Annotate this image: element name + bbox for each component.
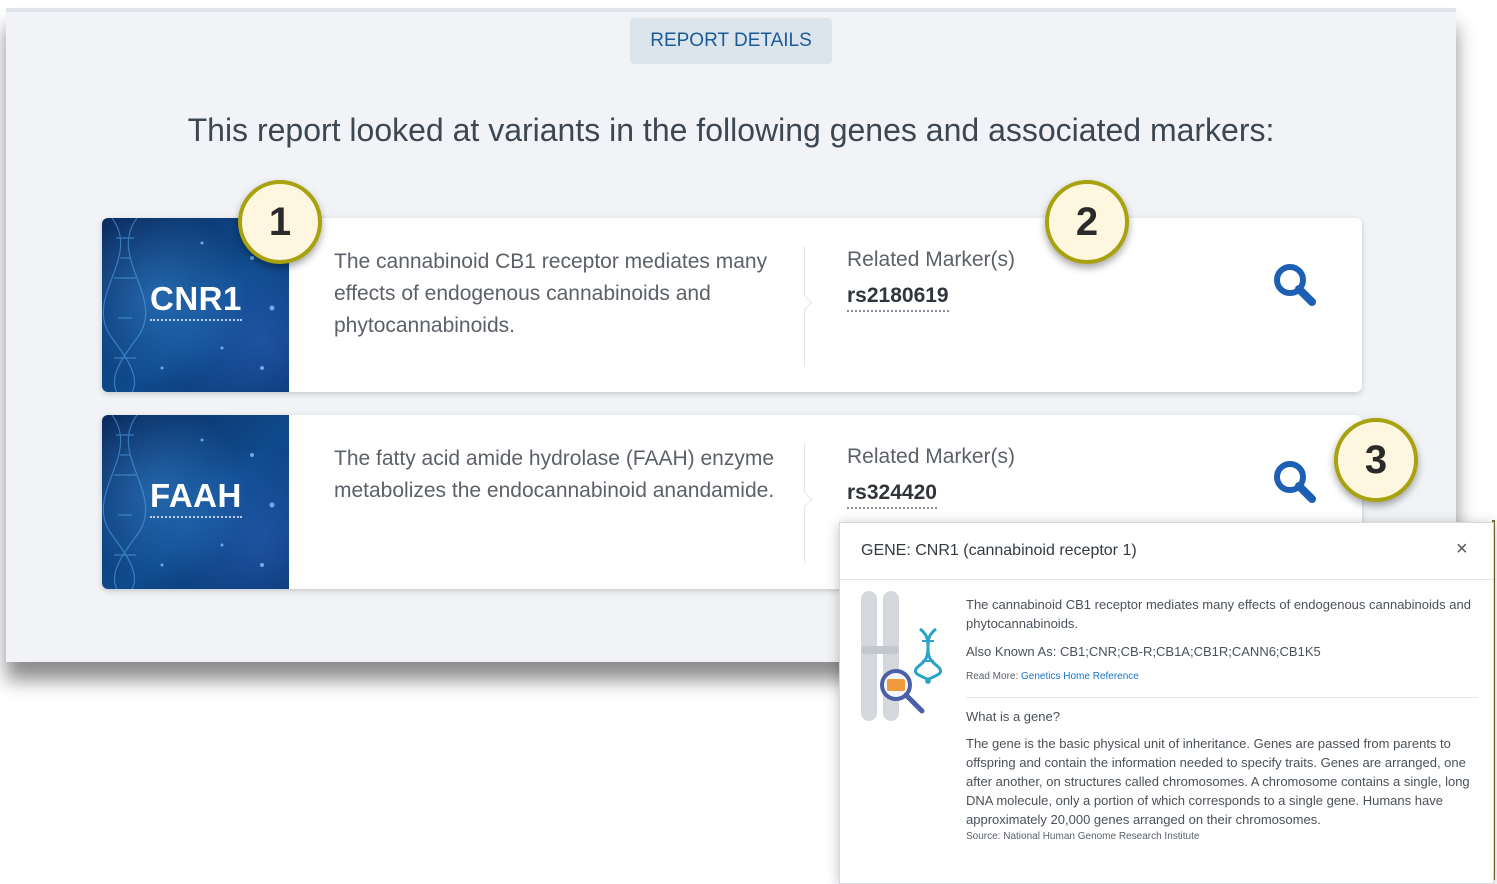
related-markers-label: Related Marker(s) xyxy=(847,445,1016,468)
callout-1: 1 xyxy=(238,180,322,264)
what-is-a-gene-heading: What is a gene? xyxy=(966,709,1060,724)
modal-body: The cannabinoid CB1 receptor mediates ma… xyxy=(966,595,1478,842)
what-is-a-gene-answer: The gene is the basic physical unit of i… xyxy=(966,736,1470,827)
modal-separator xyxy=(966,697,1478,698)
callout-3: 3 xyxy=(1334,418,1418,502)
read-more-label: Read More: xyxy=(966,671,1019,682)
search-icon xyxy=(1274,461,1316,503)
related-markers-label: Related Marker(s) xyxy=(847,248,1016,271)
report-details-tab[interactable]: REPORT DETAILS xyxy=(630,18,832,64)
marker-link-rs324420[interactable]: rs324420 xyxy=(847,481,937,509)
gene-symbol-cnr1[interactable]: CNR1 xyxy=(150,280,242,321)
modal-title: GENE: CNR1 (cannabinoid receptor 1) xyxy=(861,542,1137,559)
modal-read-more: Read More: Genetics Home Reference xyxy=(966,669,1478,685)
gene-description: The fatty acid amide hydrolase (FAAH) en… xyxy=(334,447,775,502)
modal-header: GENE: CNR1 (cannabinoid receptor 1) × xyxy=(840,523,1493,580)
modal-also-known-as: Also Known As: CB1;CNR;CB-R;CB1A;CB1R;CA… xyxy=(966,644,1321,659)
marker-link-rs2180619[interactable]: rs2180619 xyxy=(847,284,949,312)
search-button-faah[interactable] xyxy=(1266,453,1322,509)
divider-arrow xyxy=(796,294,813,311)
search-button-cnr1[interactable] xyxy=(1266,256,1322,312)
gene-info-modal: GENE: CNR1 (cannabinoid receptor 1) × Th… xyxy=(839,522,1494,884)
divider-arrow xyxy=(796,491,813,508)
modal-source: Source: National Human Genome Research I… xyxy=(966,831,1200,842)
gene-description: The cannabinoid CB1 receptor mediates ma… xyxy=(334,250,768,337)
gene-tile-faah: FAAH xyxy=(102,415,289,589)
chromosome-dna-magnifier-icon xyxy=(861,591,942,721)
gene-symbol-faah[interactable]: FAAH xyxy=(150,477,242,518)
close-icon[interactable]: × xyxy=(1456,539,1468,559)
search-icon xyxy=(1274,264,1316,306)
modal-gene-description: The cannabinoid CB1 receptor mediates ma… xyxy=(966,597,1471,631)
panel-top-border xyxy=(6,8,1456,12)
genetics-home-reference-link[interactable]: Genetics Home Reference xyxy=(1021,671,1139,682)
callout-2: 2 xyxy=(1045,180,1129,264)
report-intro-heading: This report looked at variants in the fo… xyxy=(187,112,1275,148)
